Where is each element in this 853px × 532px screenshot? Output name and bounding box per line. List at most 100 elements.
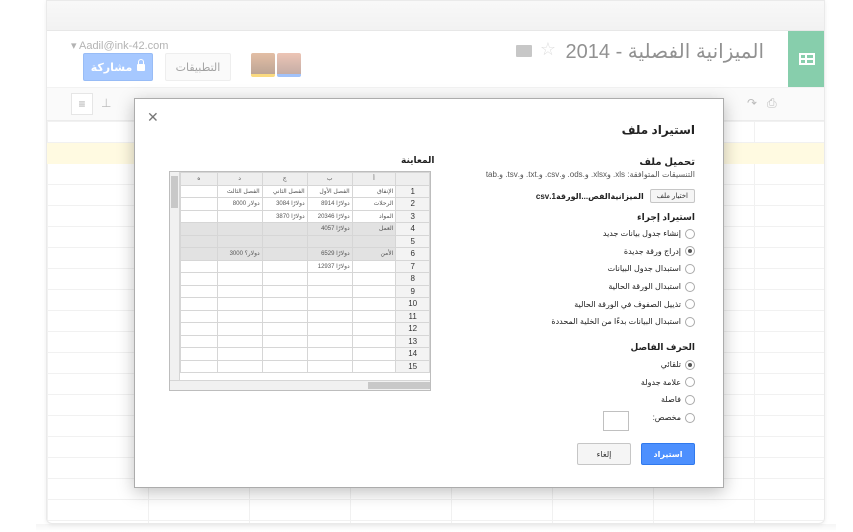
- table-cell: 20346 دولارًا: [306, 209, 353, 223]
- radio-label: إنشاء جدول بيانات جديد: [602, 229, 681, 239]
- table-row: الفصل الثالث الفصل الثاني الفصل الأول الإنف…: [180, 184, 430, 198]
- radio-button[interactable]: [685, 377, 695, 388]
- table-cell: العمل: [351, 222, 397, 236]
- radio-button[interactable]: [685, 412, 695, 423]
- custom-separator-input[interactable]: [603, 411, 629, 431]
- radio-label: استبدال جدول البيانات: [607, 264, 681, 274]
- table-cell: الفصل الثالث: [216, 184, 263, 198]
- table-cell: الرحلات: [351, 197, 397, 211]
- table-cell: [216, 309, 263, 323]
- radio-label: تذييل الصفوف في الورقة الحالية: [574, 299, 681, 309]
- table-cell: [351, 234, 397, 248]
- import-action-option[interactable]: إدراج ورقة جديدة: [495, 243, 695, 261]
- import-action-option[interactable]: تذييل الصفوف في الورقة الحالية: [495, 295, 695, 313]
- table-cell: [216, 234, 263, 248]
- table-cell: [351, 309, 397, 323]
- radio-button[interactable]: [685, 228, 695, 239]
- table-cell: [180, 259, 218, 273]
- dialog-title: استيراد ملف: [621, 123, 695, 137]
- row-number: 15: [395, 359, 430, 373]
- table-row: 3000 دولار؟ 6529 دولارًا الأمن 6: [180, 247, 430, 261]
- vertical-scrollbar[interactable]: [170, 172, 180, 382]
- table-cell: 8914 دولارًا: [306, 197, 353, 211]
- choose-file-button[interactable]: اختيار ملف: [649, 189, 695, 203]
- import-action-option[interactable]: استبدال الورقة الحالية: [495, 278, 695, 296]
- table-cell: [216, 322, 263, 336]
- row-number: 11: [395, 309, 430, 323]
- table-cell: [306, 359, 353, 373]
- table-cell: 6529 دولارًا: [306, 247, 353, 261]
- radio-button[interactable]: [685, 394, 695, 405]
- radio-button[interactable]: [685, 246, 695, 257]
- table-cell: [180, 297, 218, 311]
- table-cell: [306, 297, 353, 311]
- import-button[interactable]: استيراد: [641, 443, 695, 465]
- table-cell: [351, 297, 397, 311]
- supported-formats-text: التنسيقات المتوافقة: xls. وxlsx. و.ods. …: [485, 170, 695, 179]
- row-number: 12: [395, 322, 430, 336]
- table-cell: [216, 284, 263, 298]
- table-cell: 3000 دولار؟: [216, 247, 263, 261]
- import-action-title: استيراد إجراء: [637, 212, 695, 222]
- table-cell: المواد: [351, 209, 397, 223]
- table-row: 11: [180, 309, 430, 323]
- close-icon[interactable]: ✕: [147, 109, 159, 126]
- table-cell: [216, 334, 263, 348]
- row-number: 3: [395, 209, 430, 223]
- row-number: 4: [395, 222, 430, 236]
- table-cell: [180, 184, 218, 198]
- scroll-thumb[interactable]: [171, 176, 178, 208]
- scroll-thumb[interactable]: [368, 382, 430, 389]
- separator-title: الحرف الفاصل: [630, 342, 695, 352]
- row-number: 10: [395, 297, 430, 311]
- radio-button[interactable]: [685, 281, 695, 292]
- table-cell: [180, 272, 218, 286]
- upload-title: تحميل ملف: [639, 157, 695, 168]
- table-cell: [306, 272, 353, 286]
- table-cell: [216, 359, 263, 373]
- import-action-option[interactable]: استبدال جدول البيانات: [495, 260, 695, 278]
- table-cell: [261, 297, 308, 311]
- row-number: 2: [395, 197, 430, 211]
- separator-option[interactable]: علامة جدولة: [555, 374, 695, 392]
- column-header: ب: [306, 172, 353, 186]
- radio-label: فاصلة: [661, 395, 681, 405]
- row-number: 6: [395, 247, 430, 261]
- table-cell: [216, 272, 263, 286]
- row-number: 14: [395, 347, 430, 361]
- row-number: 7: [395, 259, 430, 273]
- table-row: 10: [180, 297, 430, 311]
- upload-section: تحميل ملف التنسيقات المتوافقة: xls. وxls…: [475, 157, 695, 179]
- separator-option[interactable]: تلقائي: [555, 356, 695, 374]
- table-cell: [261, 347, 308, 361]
- table-cell: [261, 284, 308, 298]
- radio-label: إدراج ورقة جديدة: [623, 246, 681, 256]
- radio-button[interactable]: [685, 263, 695, 274]
- table-cell: [216, 347, 263, 361]
- table-cell: 3870 دولارًا: [261, 209, 308, 223]
- table-cell: [351, 284, 397, 298]
- radio-button[interactable]: [685, 359, 695, 370]
- table-cell: [180, 309, 218, 323]
- horizontal-scrollbar[interactable]: [170, 380, 430, 390]
- table-cell: 12937 دولارًا: [306, 259, 353, 273]
- table-cell: [180, 284, 218, 298]
- table-cell: [180, 222, 218, 236]
- radio-button[interactable]: [685, 316, 695, 327]
- separator-option[interactable]: فاصلة: [555, 391, 695, 409]
- preview-title: المعاينة: [401, 155, 435, 165]
- table-row: 14: [180, 347, 430, 361]
- table-row: 13: [180, 334, 430, 348]
- column-header: أ: [351, 172, 397, 186]
- table-cell: [261, 359, 308, 373]
- table-cell: الفصل الأول: [306, 184, 353, 198]
- radio-button[interactable]: [685, 299, 695, 310]
- table-row: 15: [180, 359, 430, 373]
- table-cell: [261, 309, 308, 323]
- table-cell: [180, 322, 218, 336]
- import-action-option[interactable]: استبدال البيانات بدءًا من الخلية المحددة: [495, 313, 695, 331]
- cancel-button[interactable]: إلغاء: [577, 443, 631, 465]
- table-cell: [351, 347, 397, 361]
- import-action-option[interactable]: إنشاء جدول بيانات جديد: [495, 225, 695, 243]
- table-cell: [180, 347, 218, 361]
